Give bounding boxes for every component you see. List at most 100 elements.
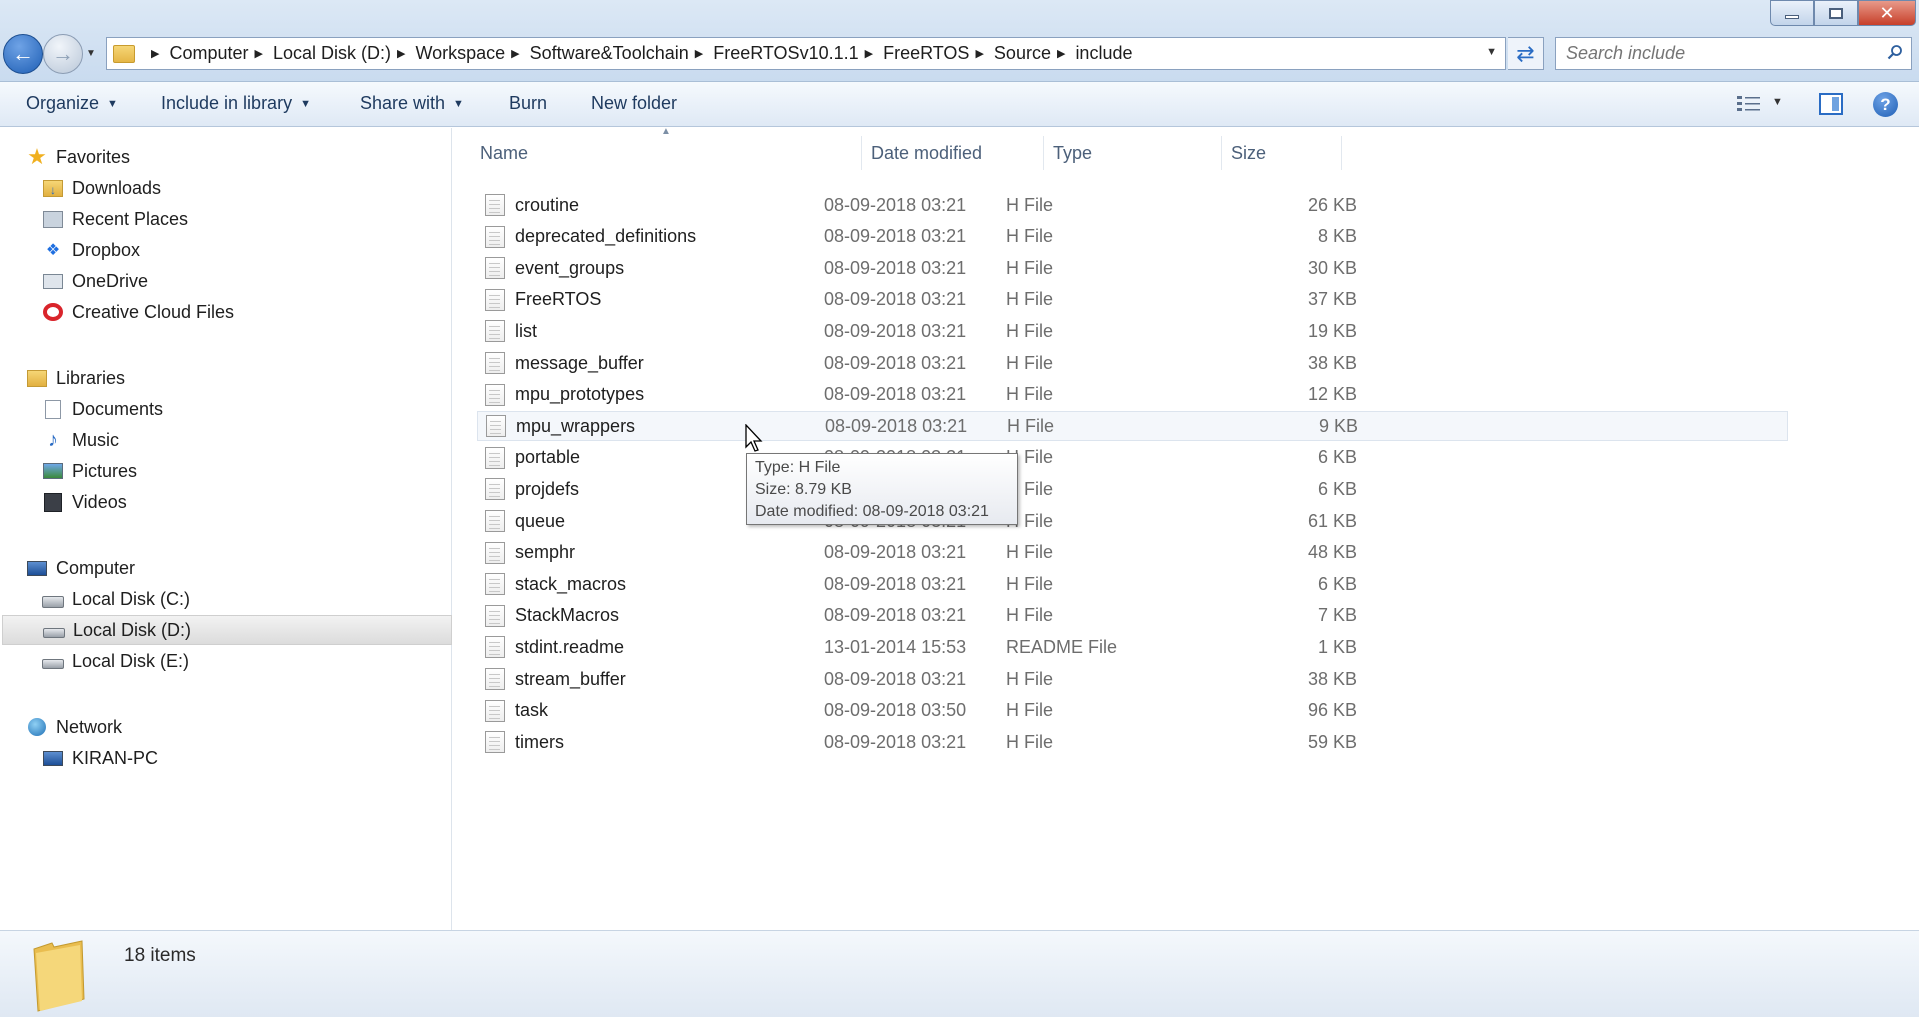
file-row[interactable]: croutine 08-09-2018 03:21 H File 26 KB [477, 190, 1788, 220]
breadcrumb-computer[interactable]: Computer [169, 43, 248, 64]
help-icon[interactable]: ? [1873, 92, 1898, 117]
file-row[interactable]: FreeRTOS 08-09-2018 03:21 H File 37 KB [477, 285, 1788, 315]
new-folder-button[interactable]: New folder [591, 93, 677, 114]
downloads-folder-icon: ↓ [42, 178, 64, 198]
file-name: queue [515, 510, 566, 531]
file-row[interactable]: projdefs08-09-2018 03:21H File6 KB [477, 474, 1788, 504]
search-icon[interactable] [1887, 44, 1903, 60]
column-divider[interactable] [1043, 136, 1044, 170]
refresh-button[interactable]: ⇄ [1508, 37, 1544, 70]
breadcrumb-separator-icon[interactable]: ▶ [1057, 47, 1065, 60]
view-options-icon[interactable] [1736, 94, 1762, 114]
organize-menu[interactable]: Organize ▼ [26, 93, 118, 114]
file-size: 59 KB [1307, 731, 1357, 752]
view-dropdown-icon[interactable]: ▼ [1772, 96, 1783, 108]
nav-videos[interactable]: Videos [0, 487, 127, 517]
search-input[interactable] [1566, 43, 1866, 64]
file-date-modified: 08-09-2018 03:21 [824, 226, 967, 247]
dropbox-icon: ❖ [45, 242, 61, 259]
file-row[interactable]: portable08-09-2018 03:21H File6 KB [477, 443, 1788, 473]
nav-documents[interactable]: Documents [0, 394, 163, 424]
nav-onedrive[interactable]: OneDrive [0, 266, 148, 296]
close-button[interactable]: ✕ [1858, 0, 1916, 26]
nav-downloads-label: Downloads [72, 177, 162, 198]
file-row[interactable]: stdint.readme 13-01-2014 15:53 README File… [477, 632, 1788, 662]
file-size: 38 KB [1307, 668, 1357, 689]
nav-network[interactable]: Network [0, 712, 122, 742]
file-type: H File [1006, 542, 1054, 563]
breadcrumb-separator-icon[interactable]: ▶ [511, 47, 519, 60]
nav-local-disk-e[interactable]: Local Disk (E:) [0, 646, 189, 676]
nav-creative-cloud[interactable]: Creative Cloud Files [0, 297, 234, 327]
caret-down-icon: ▼ [107, 98, 118, 111]
nav-local-disk-c[interactable]: Local Disk (C:) [0, 584, 190, 614]
arrow-right-icon: → [52, 41, 74, 66]
minimize-button[interactable] [1770, 0, 1814, 26]
file-icon [486, 415, 506, 438]
nav-downloads[interactable]: ↓ Downloads [0, 173, 161, 203]
file-row[interactable]: queue08-09-2018 03:21H File61 KB [477, 506, 1788, 536]
column-header-type[interactable]: Type [1053, 138, 1092, 168]
breadcrumb-source[interactable]: Source [994, 43, 1051, 64]
breadcrumb-separator-icon[interactable]: ▶ [695, 47, 703, 60]
column-header-date-modified[interactable]: Date modified [871, 138, 982, 168]
column-divider[interactable] [1341, 136, 1342, 170]
file-row[interactable]: StackMacros 08-09-2018 03:21 H File 7 KB [477, 601, 1788, 631]
column-divider[interactable] [1221, 136, 1222, 170]
nav-favorites[interactable]: ★ Favorites [0, 142, 130, 172]
file-row[interactable]: mpu_wrappers 08-09-2018 03:21 H File 9 KB [477, 411, 1788, 442]
file-row[interactable]: timers 08-09-2018 03:21 H File 59 KB [477, 727, 1788, 757]
nav-onedrive-label: OneDrive [72, 270, 149, 291]
nav-recent-places[interactable]: Recent Places [0, 204, 188, 234]
file-row[interactable]: event_groups 08-09-2018 03:21 H File 30 KB [477, 253, 1788, 283]
nav-pictures[interactable]: Pictures [0, 456, 137, 486]
breadcrumb-separator-icon[interactable]: ▶ [255, 47, 263, 60]
file-row[interactable]: list 08-09-2018 03:21 H File 19 KB [477, 316, 1788, 346]
back-button[interactable]: ← [3, 34, 43, 74]
breadcrumb-include[interactable]: include [1075, 43, 1132, 64]
nav-dropbox[interactable]: ❖ Dropbox [0, 235, 140, 265]
preview-pane-icon[interactable] [1819, 93, 1843, 115]
breadcrumb-separator-icon[interactable]: ▶ [975, 47, 983, 60]
file-row[interactable]: message_buffer 08-09-2018 03:21 H File 38 K… [477, 348, 1788, 378]
include-in-library-menu[interactable]: Include in library ▼ [161, 93, 311, 114]
nav-kiran-pc[interactable]: KIRAN-PC [0, 743, 158, 773]
address-bar-area: ← → ▼ ▶ Computer ▶ Local Disk (D:) ▶ Wor… [0, 0, 1919, 82]
nav-computer[interactable]: Computer [0, 553, 135, 583]
file-row[interactable]: task 08-09-2018 03:50 H File 96 KB [477, 696, 1788, 726]
nav-libraries[interactable]: Libraries [0, 363, 125, 393]
file-row[interactable]: deprecated_definitions 08-09-2018 03:21 H … [477, 222, 1788, 252]
file-row[interactable]: stream_buffer 08-09-2018 03:21 H File 38 KB [477, 664, 1788, 694]
mouse-pointer-icon [745, 424, 763, 452]
nav-music[interactable]: ♪ Music [0, 425, 119, 455]
nav-local-disk-d[interactable]: Local Disk (D:) [2, 615, 452, 645]
file-row[interactable]: mpu_prototypes 08-09-2018 03:21 H File 12 K… [477, 380, 1788, 410]
breadcrumb-freertos-version[interactable]: FreeRTOSv10.1.1 [713, 43, 858, 64]
file-name: list [515, 320, 537, 341]
breadcrumb-freertos[interactable]: FreeRTOS [883, 43, 969, 64]
file-row[interactable]: semphr 08-09-2018 03:21 H File 48 KB [477, 538, 1788, 568]
restore-button[interactable] [1814, 0, 1858, 26]
forward-button[interactable]: → [43, 34, 83, 74]
column-divider[interactable] [861, 136, 862, 170]
breadcrumb-workspace[interactable]: Workspace [415, 43, 505, 64]
recent-pages-dropdown[interactable]: ▼ [86, 48, 96, 59]
breadcrumb-separator-icon[interactable]: ▶ [151, 47, 159, 60]
column-header-size[interactable]: Size [1231, 138, 1266, 168]
file-icon [485, 383, 505, 406]
breadcrumb-separator-icon[interactable]: ▶ [397, 47, 405, 60]
column-header-name[interactable]: Name [480, 138, 528, 168]
burn-button[interactable]: Burn [509, 93, 547, 114]
search-box[interactable] [1555, 37, 1912, 70]
recent-places-icon [42, 209, 64, 229]
file-icon [485, 352, 505, 374]
address-dropdown-icon[interactable]: ▼ [1486, 46, 1497, 58]
address-bar[interactable]: ▶ Computer ▶ Local Disk (D:) ▶ Workspace… [106, 37, 1506, 70]
breadcrumb-local-disk-d[interactable]: Local Disk (D:) [273, 43, 391, 64]
share-with-menu[interactable]: Share with ▼ [360, 93, 464, 114]
breadcrumb-separator-icon[interactable]: ▶ [865, 47, 873, 60]
file-type: H File [1006, 320, 1054, 341]
breadcrumb-software-toolchain[interactable]: Software&Toolchain [530, 43, 689, 64]
file-row[interactable]: stack_macros 08-09-2018 03:21 H File 6 KB [477, 569, 1788, 599]
file-size: 19 KB [1307, 320, 1357, 341]
